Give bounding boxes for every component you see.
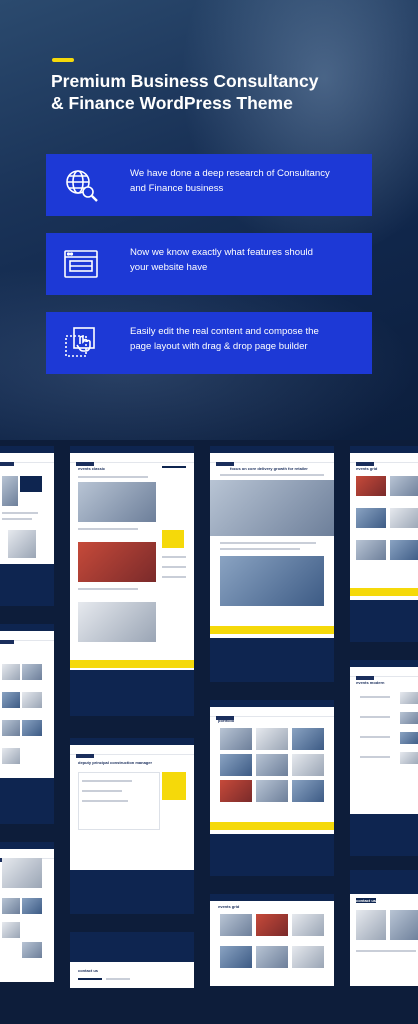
mockup-page: events classic [70,446,194,716]
mockup-page: events grid [350,446,418,642]
mockup-page: events modern [350,660,418,856]
title-line-1: Premium Business Consultancy [51,71,319,91]
footer-strip [0,1000,418,1024]
layout-icon [62,245,100,283]
mockup-heading: events modern [356,680,385,685]
page-title: Premium Business Consultancy & Finance W… [51,70,391,114]
mockup-heading: events classic [78,466,106,471]
mockup-heading: deputy principal construction manager [78,760,153,765]
feature-card-builder: Easily edit the real content and compose… [46,312,372,374]
mockup-heading: events grid [356,466,378,471]
mockup-page: deputy principal construction manager [70,738,194,914]
feature-text-line: your website have [130,262,208,273]
feature-card-research: We have done a deep research of Consulta… [46,154,372,216]
background-glow [180,0,418,260]
mockup-heading: contact us [356,898,377,903]
hero-section: Premium Business Consultancy & Finance W… [0,0,418,440]
mockup-heading: focus on core delivery growth for retail… [230,466,308,471]
mockup-page [0,446,54,606]
feature-card-features: Now we know exactly what features should… [46,233,372,295]
accent-bar [52,58,74,62]
mockup-heading: events grid [218,904,240,909]
mockup-page: portfolio [210,700,334,876]
feature-text-line: We have done a deep research of Consulta… [130,168,330,179]
mockup-page: events grid [210,894,334,986]
title-line-2: & Finance WordPress Theme [51,93,293,113]
mockup-heading: portfolio [218,718,235,723]
mockup-heading: contact us [78,968,99,973]
feature-text-line: page layout with drag & drop page builde… [130,341,308,352]
feature-text-line: Now we know exactly what features should [130,247,313,258]
mockup-page: contact us [70,932,194,988]
globe-search-icon [62,166,100,204]
feature-text-line: and Finance business [130,183,224,194]
mockup-page [0,624,54,824]
mockup-page: contact us [350,870,418,986]
feature-text-line: Easily edit the real content and compose… [130,326,319,337]
mockup-page: focus on core delivery growth for retail… [210,446,334,682]
mockup-page [0,842,54,982]
drag-drop-icon [62,324,100,362]
